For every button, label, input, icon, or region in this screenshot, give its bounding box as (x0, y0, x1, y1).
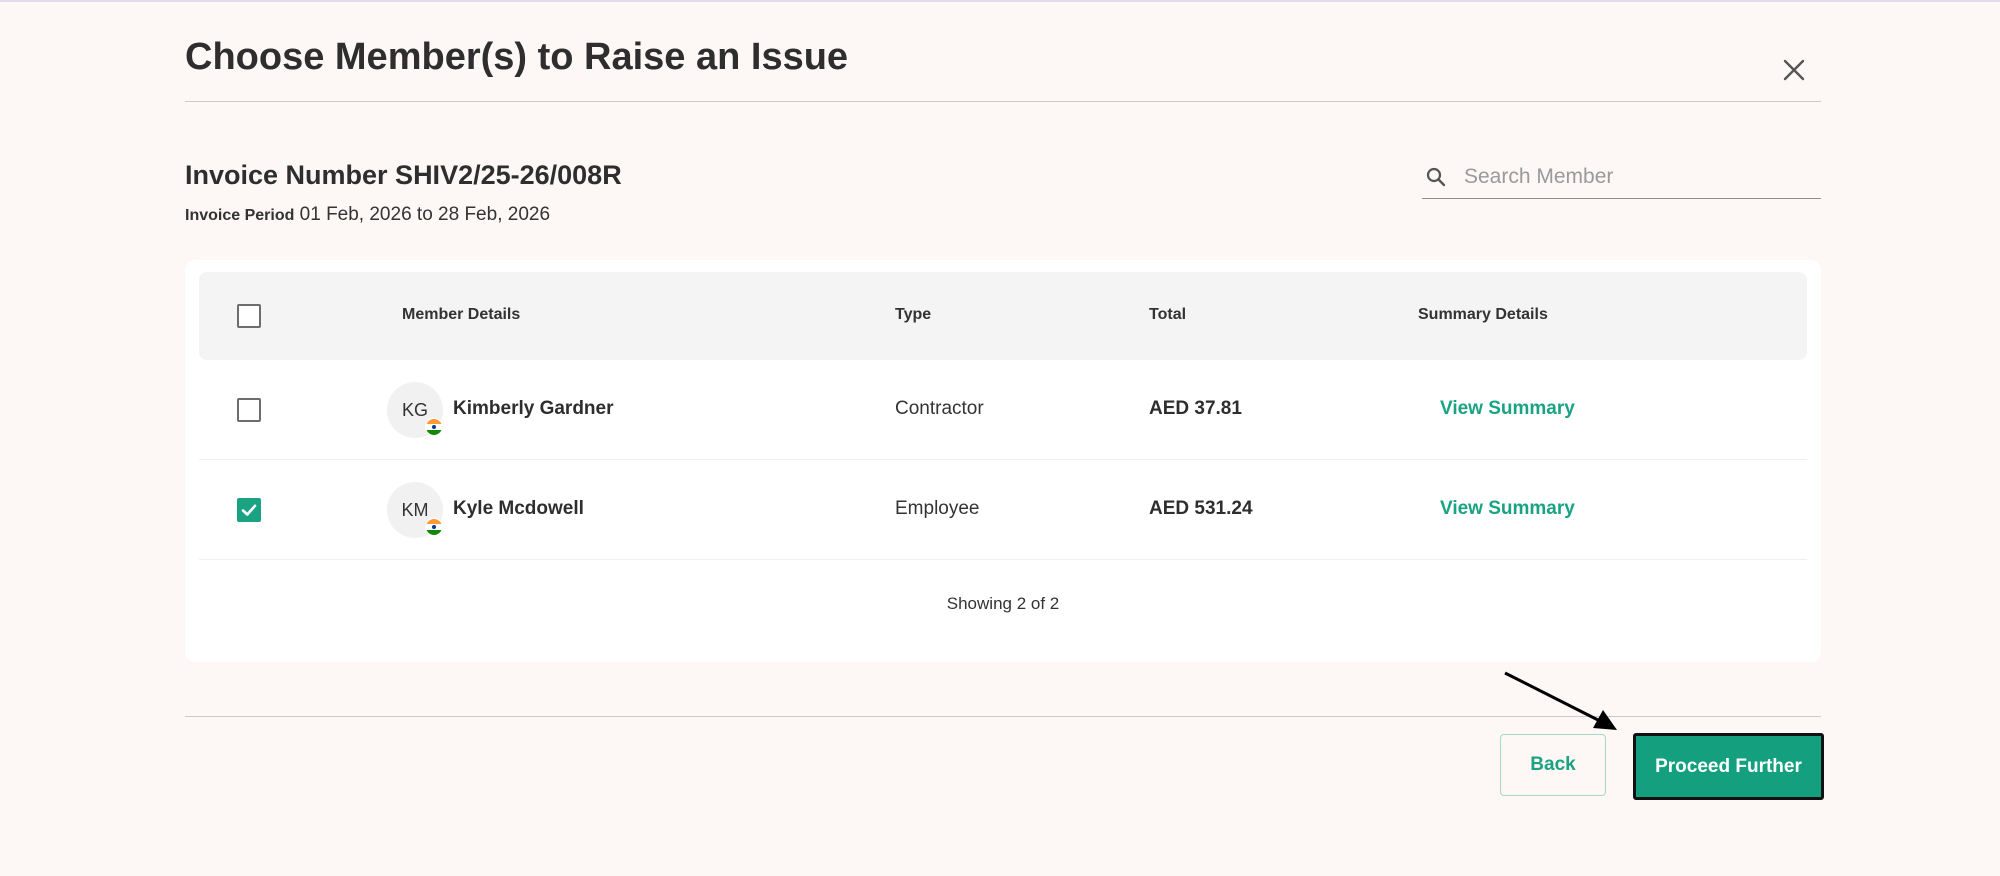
close-button[interactable] (1774, 50, 1814, 90)
proceed-further-button[interactable]: Proceed Further (1633, 733, 1824, 800)
member-total: AED 37.81 (1149, 398, 1242, 419)
member-total: AED 531.24 (1149, 498, 1253, 519)
members-table: Member Details Type Total Summary Detail… (185, 260, 1821, 662)
modal-title: Choose Member(s) to Raise an Issue (185, 36, 849, 78)
member-name: Kyle Mcdowell (453, 498, 584, 519)
checkmark-icon (241, 504, 257, 516)
invoice-period: Invoice Period 01 Feb, 2026 to 28 Feb, 2… (185, 204, 550, 226)
table-row: KM Kyle Mcdowell Employee AED 531.24 Vie… (199, 460, 1807, 560)
top-border (0, 0, 2000, 2)
member-type: Employee (895, 498, 980, 519)
select-all-checkbox[interactable] (237, 304, 261, 328)
header-type: Type (895, 306, 932, 323)
header-member-details: Member Details (402, 306, 521, 323)
india-flag-icon (425, 418, 443, 436)
row-checkbox[interactable] (237, 498, 261, 522)
table-row: KG Kimberly Gardner Contractor AED 37.81… (199, 360, 1807, 460)
row-divider (199, 559, 1807, 560)
member-name: Kimberly Gardner (453, 398, 614, 419)
header-divider (185, 101, 1821, 102)
india-flag-icon (425, 518, 443, 536)
member-type: Contractor (895, 398, 984, 419)
invoice-period-value: 01 Feb, 2026 to 28 Feb, 2026 (299, 204, 551, 225)
row-checkbox[interactable] (237, 398, 261, 422)
close-icon (1783, 59, 1805, 81)
search-bar (1422, 156, 1821, 199)
header-total: Total (1149, 306, 1187, 323)
pagination-status: Showing 2 of 2 (946, 594, 1060, 613)
invoice-number: Invoice Number SHIV2/25-26/008R (185, 160, 622, 190)
back-button[interactable]: Back (1500, 734, 1606, 796)
search-icon (1426, 167, 1454, 187)
search-input[interactable] (1462, 164, 1806, 190)
view-summary-link[interactable]: View Summary (1440, 498, 1575, 520)
pointer-arrow-icon (1504, 671, 1617, 730)
view-summary-link[interactable]: View Summary (1440, 398, 1575, 420)
table-header: Member Details Type Total Summary Detail… (199, 272, 1807, 360)
invoice-period-label: Invoice Period (185, 207, 295, 224)
header-summary-details: Summary Details (1418, 306, 1548, 323)
